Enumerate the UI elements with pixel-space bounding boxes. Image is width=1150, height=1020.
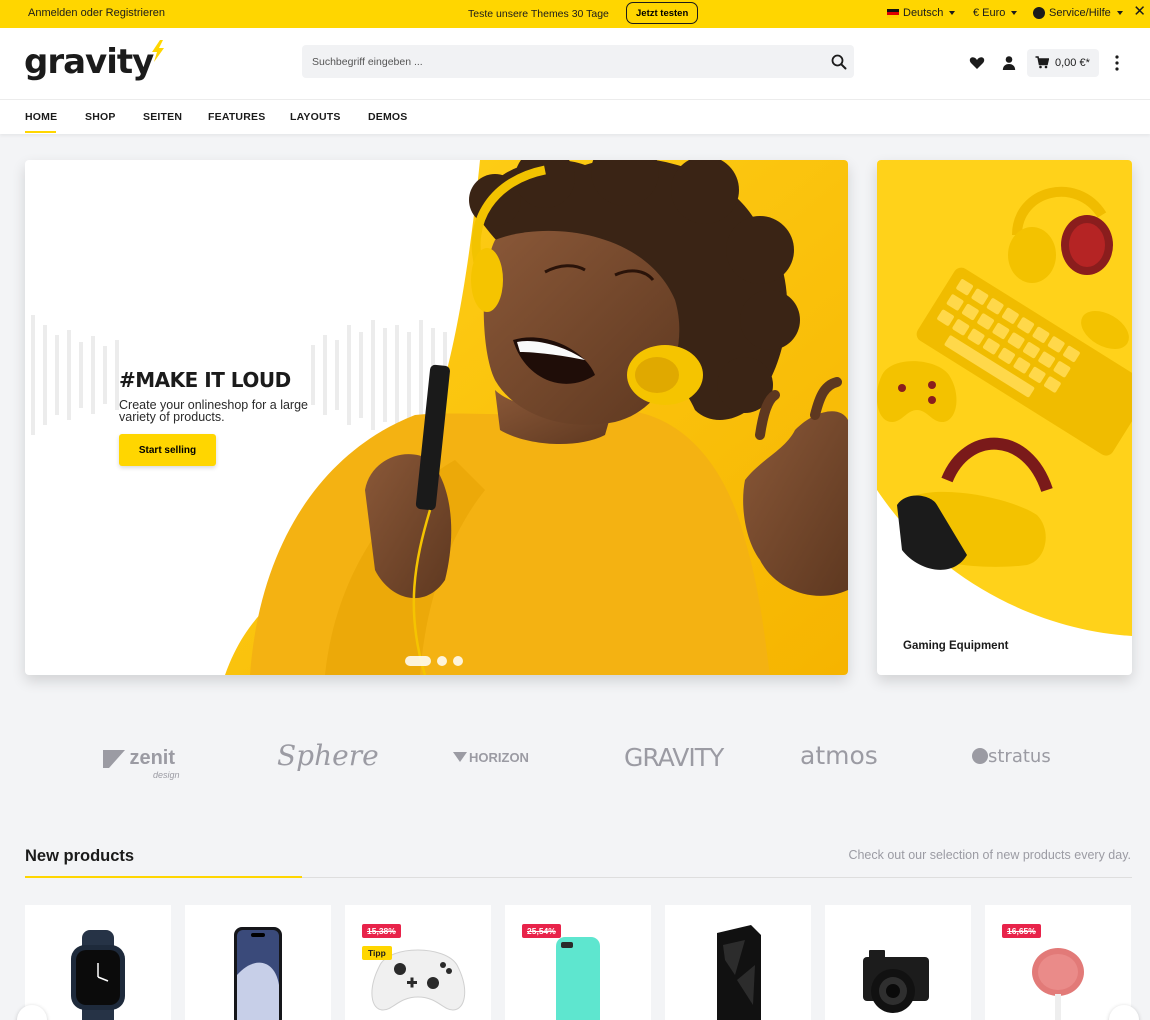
site-header: gravity 0,00 €*: [0, 28, 1150, 100]
hero-subline: Create your onlineshop for a large varie…: [119, 399, 349, 424]
zenit-mark-icon: [103, 749, 125, 768]
hero-headline: #MAKE IT LOUD: [119, 368, 291, 392]
brand-logo-row: zenit design Sphere HORIZON GRAVITY atmo…: [0, 735, 1150, 785]
game-controller-image: [371, 949, 466, 1011]
product-card[interactable]: [665, 905, 811, 1020]
wishlist-heart-icon[interactable]: [969, 55, 985, 71]
chevron-down-icon: [1116, 11, 1123, 15]
pc-tower-image: [717, 925, 761, 1020]
service-menu[interactable]: Service/Hilfe: [1033, 7, 1123, 19]
slider-dot[interactable]: [453, 656, 463, 666]
brand-logo-zenit[interactable]: zenit design: [103, 747, 180, 780]
help-icon: [1033, 7, 1045, 19]
product-card[interactable]: 25,54%: [505, 905, 651, 1020]
nav-item-features[interactable]: FEATURES: [208, 111, 265, 123]
more-options-icon[interactable]: [1110, 54, 1124, 72]
logo-text: gravity: [24, 42, 154, 82]
smart-speaker-image: [1032, 948, 1084, 1020]
close-topbar-icon[interactable]: ✕: [1133, 4, 1146, 20]
nav-item-shop[interactable]: SHOP: [85, 111, 116, 123]
smartphone-image: [234, 927, 282, 1020]
gaming-equipment-image: [877, 160, 1132, 636]
brand-logo-gravity[interactable]: GRAVITY: [624, 743, 724, 772]
phone-case-image: [556, 937, 600, 1020]
nav-item-home[interactable]: HOME: [25, 111, 57, 123]
product-card[interactable]: 15,38% Tipp: [345, 905, 491, 1020]
account-user-icon[interactable]: [1001, 55, 1017, 71]
nav-item-seiten[interactable]: SEITEN: [143, 111, 182, 123]
tip-badge: Tipp: [362, 946, 392, 960]
top-bar: Anmelden oder Registrieren Teste unsere …: [0, 0, 1150, 28]
german-flag-icon: [887, 8, 899, 18]
cart-button[interactable]: 0,00 €*: [1027, 49, 1099, 77]
lightning-bolt-icon: [152, 40, 165, 62]
nav-item-layouts[interactable]: LAYOUTS: [290, 111, 341, 123]
search-icon[interactable]: [830, 53, 848, 71]
brand-zenit-subtext: design: [153, 770, 180, 780]
language-label: Deutsch: [903, 7, 944, 19]
discount-badge: 25,54%: [522, 924, 561, 938]
discount-badge: 15,38%: [362, 924, 401, 938]
section-subtitle: Check out our selection of new products …: [848, 848, 1131, 862]
chevron-down-icon: [949, 11, 956, 15]
slider-dot[interactable]: [437, 656, 447, 666]
nav-active-indicator: [25, 131, 56, 133]
brand-logo-atmos[interactable]: atmos: [800, 741, 878, 770]
brand-logo-horizon[interactable]: HORIZON: [453, 750, 529, 765]
product-slider: 15,38% Tipp 25,54% 16,65%: [25, 905, 1135, 1020]
stratus-mark-icon: [972, 748, 988, 764]
search-bar: [302, 45, 854, 78]
brand-zenit-text: zenit: [129, 747, 176, 769]
chevron-down-icon: [1011, 11, 1018, 15]
brand-horizon-text: HORIZON: [469, 750, 529, 765]
gaming-equipment-label: Gaming Equipment: [903, 640, 1009, 652]
cart-icon: [1035, 56, 1049, 69]
hero-slider[interactable]: #MAKE IT LOUD Create your onlineshop for…: [25, 160, 848, 675]
product-card[interactable]: 16,65%: [985, 905, 1131, 1020]
slider-dots: [405, 656, 463, 666]
brand-atmos-text: atmos: [800, 741, 878, 770]
brand-logo-sphere[interactable]: Sphere: [277, 739, 379, 772]
slider-dot[interactable]: [405, 656, 431, 666]
product-card[interactable]: [25, 905, 171, 1020]
nav-item-demos[interactable]: DEMOS: [368, 111, 408, 123]
language-selector[interactable]: Deutsch: [887, 7, 956, 19]
currency-label: € Euro: [973, 7, 1006, 19]
site-logo[interactable]: gravity: [24, 40, 165, 82]
brand-stratus-text: stratus: [988, 746, 1051, 767]
gaming-equipment-banner[interactable]: Gaming Equipment: [877, 160, 1132, 675]
brand-gravity-text: GRAVITY: [624, 743, 724, 772]
login-register-link[interactable]: Anmelden oder Registrieren: [28, 7, 165, 19]
start-selling-button[interactable]: Start selling: [119, 434, 216, 466]
search-input[interactable]: [302, 45, 822, 78]
smartwatch-image: [71, 930, 125, 1020]
product-card[interactable]: [825, 905, 971, 1020]
brand-sphere-text: Sphere: [277, 739, 379, 772]
brand-logo-stratus[interactable]: stratus: [972, 746, 1051, 767]
promo-text: Teste unsere Themes 30 Tage: [468, 8, 609, 20]
hero-subline-2: variety of products.: [119, 410, 225, 424]
currency-selector[interactable]: € Euro: [973, 7, 1018, 19]
section-title: New products: [25, 847, 135, 865]
try-now-button[interactable]: Jetzt testen: [626, 2, 699, 24]
cart-total: 0,00 €*: [1055, 57, 1090, 69]
product-card[interactable]: [185, 905, 331, 1020]
service-label: Service/Hilfe: [1049, 7, 1111, 19]
horizon-mark-icon: [453, 752, 467, 762]
section-divider-accent: [25, 876, 302, 878]
camera-image: [863, 950, 929, 1013]
discount-badge: 16,65%: [1002, 924, 1041, 938]
main-navigation: HOME SHOP SEITEN FEATURES LAYOUTS DEMOS: [0, 100, 1150, 134]
